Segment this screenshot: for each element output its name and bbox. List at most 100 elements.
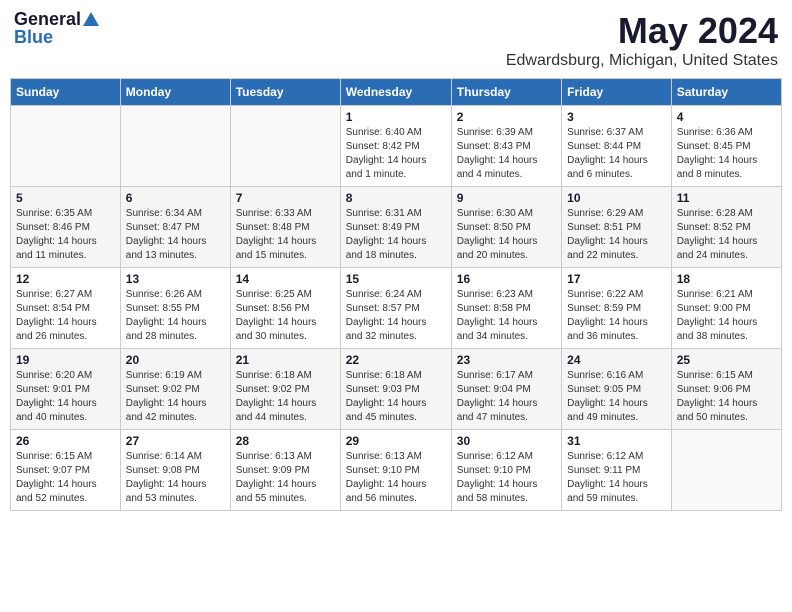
day-number: 7	[236, 191, 335, 205]
day-info: Sunrise: 6:16 AM Sunset: 9:05 PM Dayligh…	[567, 369, 666, 425]
day-number: 18	[677, 272, 776, 286]
calendar-cell: 29 Sunrise: 6:13 AM Sunset: 9:10 PM Dayli…	[340, 430, 451, 511]
calendar-cell: 2Sunrise: 6:39 AM Sunset: 8:43 PM Daylig…	[451, 106, 561, 187]
calendar-cell: 23Sunrise: 6:17 AM Sunset: 9:04 PM Dayli…	[451, 349, 561, 430]
day-info: Sunrise: 6:15 AM Sunset: 9:06 PM Dayligh…	[677, 369, 776, 425]
week-row-5: 26 Sunrise: 6:15 AM Sunset: 9:07 PM Dayli…	[11, 430, 782, 511]
calendar-cell	[230, 106, 340, 187]
day-number: 31	[567, 434, 666, 448]
calendar-cell	[120, 106, 230, 187]
day-info: Sunrise: 6:23 AM Sunset: 8:58 PM Dayligh…	[457, 288, 556, 344]
day-number: 1	[346, 110, 446, 124]
calendar-cell	[11, 106, 121, 187]
logo: General Blue	[14, 10, 99, 46]
day-info: Sunrise: 6:24 AM Sunset: 8:57 PM Dayligh…	[346, 288, 446, 344]
week-row-3: 12 Sunrise: 6:27 AM Sunset: 8:54 PM Dayli…	[11, 268, 782, 349]
logo-blue-text: Blue	[14, 28, 53, 46]
calendar-cell: 17Sunrise: 6:22 AM Sunset: 8:59 PM Dayli…	[562, 268, 672, 349]
day-info: Sunrise: 6:28 AM Sunset: 8:52 PM Dayligh…	[677, 207, 776, 263]
day-number: 5	[16, 191, 115, 205]
calendar-cell: 25 Sunrise: 6:15 AM Sunset: 9:06 PM Dayli…	[671, 349, 781, 430]
calendar-cell: 8 Sunrise: 6:31 AM Sunset: 8:49 PM Daylig…	[340, 187, 451, 268]
day-number: 2	[457, 110, 556, 124]
calendar-cell: 10 Sunrise: 6:29 AM Sunset: 8:51 PM Dayli…	[562, 187, 672, 268]
day-number: 8	[346, 191, 446, 205]
day-info: Sunrise: 6:12 AM Sunset: 9:11 PM Dayligh…	[567, 450, 666, 506]
calendar-cell: 24 Sunrise: 6:16 AM Sunset: 9:05 PM Dayli…	[562, 349, 672, 430]
day-info: Sunrise: 6:12 AM Sunset: 9:10 PM Dayligh…	[457, 450, 556, 506]
day-number: 15	[346, 272, 446, 286]
day-info: Sunrise: 6:19 AM Sunset: 9:02 PM Dayligh…	[126, 369, 225, 425]
day-number: 27	[126, 434, 225, 448]
calendar-cell: 27 Sunrise: 6:14 AM Sunset: 9:08 PM Dayli…	[120, 430, 230, 511]
day-number: 24	[567, 353, 666, 367]
calendar-cell: 21Sunrise: 6:18 AM Sunset: 9:02 PM Dayli…	[230, 349, 340, 430]
day-info: Sunrise: 6:26 AM Sunset: 8:55 PM Dayligh…	[126, 288, 225, 344]
day-number: 16	[457, 272, 556, 286]
day-info: Sunrise: 6:37 AM Sunset: 8:44 PM Dayligh…	[567, 126, 666, 182]
day-info: Sunrise: 6:17 AM Sunset: 9:04 PM Dayligh…	[457, 369, 556, 425]
calendar-cell: 19 Sunrise: 6:20 AM Sunset: 9:01 PM Dayli…	[11, 349, 121, 430]
day-info: Sunrise: 6:31 AM Sunset: 8:49 PM Dayligh…	[346, 207, 446, 263]
day-info: Sunrise: 6:15 AM Sunset: 9:07 PM Dayligh…	[16, 450, 115, 506]
day-info: Sunrise: 6:18 AM Sunset: 9:02 PM Dayligh…	[236, 369, 335, 425]
day-header-friday: Friday	[562, 79, 672, 106]
calendar-cell: 9Sunrise: 6:30 AM Sunset: 8:50 PM Daylig…	[451, 187, 561, 268]
day-number: 14	[236, 272, 335, 286]
page-header: General Blue May 2024 Edwardsburg, Michi…	[10, 10, 782, 70]
day-info: Sunrise: 6:40 AM Sunset: 8:42 PM Dayligh…	[346, 126, 446, 182]
day-number: 11	[677, 191, 776, 205]
calendar-cell: 16 Sunrise: 6:23 AM Sunset: 8:58 PM Dayli…	[451, 268, 561, 349]
calendar-cell: 4Sunrise: 6:36 AM Sunset: 8:45 PM Daylig…	[671, 106, 781, 187]
calendar-cell: 5Sunrise: 6:35 AM Sunset: 8:46 PM Daylig…	[11, 187, 121, 268]
day-header-sunday: Sunday	[11, 79, 121, 106]
week-row-4: 19 Sunrise: 6:20 AM Sunset: 9:01 PM Dayli…	[11, 349, 782, 430]
calendar-cell: 26 Sunrise: 6:15 AM Sunset: 9:07 PM Dayli…	[11, 430, 121, 511]
day-header-tuesday: Tuesday	[230, 79, 340, 106]
day-number: 26	[16, 434, 115, 448]
logo-general-text: General	[14, 10, 81, 28]
day-number: 29	[346, 434, 446, 448]
calendar-cell: 31 Sunrise: 6:12 AM Sunset: 9:11 PM Dayli…	[562, 430, 672, 511]
calendar-cell: 12 Sunrise: 6:27 AM Sunset: 8:54 PM Dayli…	[11, 268, 121, 349]
calendar-cell: 14Sunrise: 6:25 AM Sunset: 8:56 PM Dayli…	[230, 268, 340, 349]
day-number: 3	[567, 110, 666, 124]
day-info: Sunrise: 6:30 AM Sunset: 8:50 PM Dayligh…	[457, 207, 556, 263]
day-number: 4	[677, 110, 776, 124]
calendar-cell: 20Sunrise: 6:19 AM Sunset: 9:02 PM Dayli…	[120, 349, 230, 430]
day-info: Sunrise: 6:18 AM Sunset: 9:03 PM Dayligh…	[346, 369, 446, 425]
calendar-cell: 28 Sunrise: 6:13 AM Sunset: 9:09 PM Dayli…	[230, 430, 340, 511]
calendar-cell: 22Sunrise: 6:18 AM Sunset: 9:03 PM Dayli…	[340, 349, 451, 430]
day-info: Sunrise: 6:13 AM Sunset: 9:09 PM Dayligh…	[236, 450, 335, 506]
day-number: 30	[457, 434, 556, 448]
day-number: 17	[567, 272, 666, 286]
calendar-cell: 6Sunrise: 6:34 AM Sunset: 8:47 PM Daylig…	[120, 187, 230, 268]
title-block: May 2024 Edwardsburg, Michigan, United S…	[506, 10, 778, 70]
calendar-cell: 30 Sunrise: 6:12 AM Sunset: 9:10 PM Dayli…	[451, 430, 561, 511]
calendar-title: May 2024	[506, 10, 778, 52]
day-info: Sunrise: 6:27 AM Sunset: 8:54 PM Dayligh…	[16, 288, 115, 344]
day-info: Sunrise: 6:13 AM Sunset: 9:10 PM Dayligh…	[346, 450, 446, 506]
day-header-wednesday: Wednesday	[340, 79, 451, 106]
day-header-saturday: Saturday	[671, 79, 781, 106]
days-header-row: SundayMondayTuesdayWednesdayThursdayFrid…	[11, 79, 782, 106]
day-number: 19	[16, 353, 115, 367]
day-number: 10	[567, 191, 666, 205]
day-info: Sunrise: 6:20 AM Sunset: 9:01 PM Dayligh…	[16, 369, 115, 425]
day-number: 12	[16, 272, 115, 286]
calendar-cell: 7 Sunrise: 6:33 AM Sunset: 8:48 PM Daylig…	[230, 187, 340, 268]
day-number: 25	[677, 353, 776, 367]
calendar-table: SundayMondayTuesdayWednesdayThursdayFrid…	[10, 78, 782, 511]
week-row-1: 1 Sunrise: 6:40 AM Sunset: 8:42 PM Daylig…	[11, 106, 782, 187]
day-header-monday: Monday	[120, 79, 230, 106]
day-header-thursday: Thursday	[451, 79, 561, 106]
day-info: Sunrise: 6:29 AM Sunset: 8:51 PM Dayligh…	[567, 207, 666, 263]
calendar-cell: 11 Sunrise: 6:28 AM Sunset: 8:52 PM Dayli…	[671, 187, 781, 268]
calendar-cell: 13Sunrise: 6:26 AM Sunset: 8:55 PM Dayli…	[120, 268, 230, 349]
calendar-cell: 1 Sunrise: 6:40 AM Sunset: 8:42 PM Daylig…	[340, 106, 451, 187]
day-info: Sunrise: 6:33 AM Sunset: 8:48 PM Dayligh…	[236, 207, 335, 263]
day-info: Sunrise: 6:34 AM Sunset: 8:47 PM Dayligh…	[126, 207, 225, 263]
day-info: Sunrise: 6:21 AM Sunset: 9:00 PM Dayligh…	[677, 288, 776, 344]
day-number: 28	[236, 434, 335, 448]
day-info: Sunrise: 6:14 AM Sunset: 9:08 PM Dayligh…	[126, 450, 225, 506]
